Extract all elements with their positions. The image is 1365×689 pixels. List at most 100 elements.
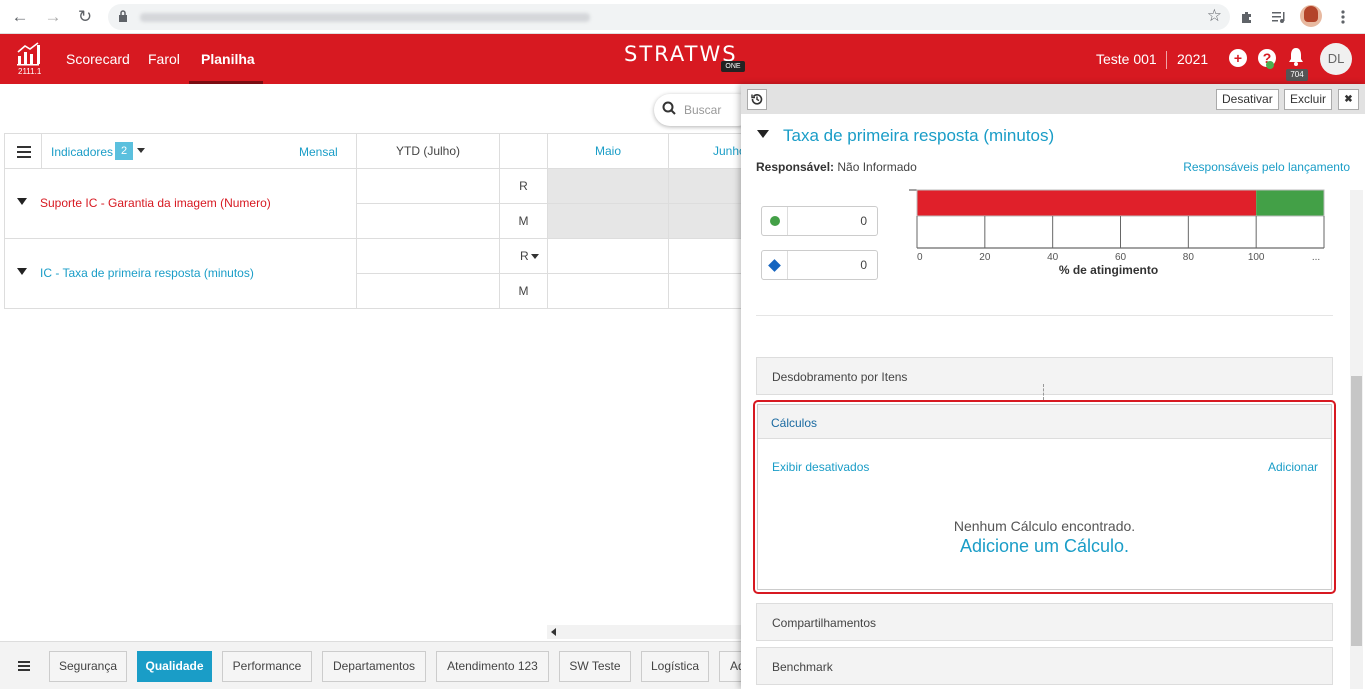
exibir-desativados-link[interactable]: Exibir desativados (772, 460, 869, 474)
expand-caret-icon[interactable] (17, 268, 27, 275)
blue-value-field[interactable]: 0 (761, 250, 878, 280)
indicator-name[interactable]: Suporte IC - Garantia da imagem (Numero) (40, 196, 271, 210)
chart-tick-label: 0 (917, 252, 923, 263)
extensions-icon[interactable] (1236, 6, 1258, 28)
calculos-highlight: Cálculos Exibir desativados Adicionar Ne… (753, 400, 1336, 594)
blue-diamond-icon (762, 251, 788, 279)
ytd-cell[interactable] (356, 203, 500, 239)
ytd-cell[interactable] (356, 273, 500, 309)
responsible-value: Não Informado (837, 160, 917, 174)
achievement-chart: 0 20 40 60 80 100... % de atingimento (909, 189, 1325, 277)
tab-qualidade[interactable]: Qualidade (137, 651, 212, 682)
indicator-name[interactable]: IC - Taxa de primeira resposta (minutos) (40, 266, 254, 280)
ytd-cell[interactable] (356, 168, 500, 204)
chevron-down-icon[interactable] (530, 254, 539, 260)
value-cell[interactable] (547, 203, 669, 239)
delete-button[interactable]: Excluir (1284, 89, 1333, 110)
chart-tick-label: 20 (979, 252, 991, 263)
scroll-left-icon[interactable] (551, 628, 556, 636)
section-benchmark[interactable]: Benchmark (756, 647, 1333, 685)
responsaveis-link[interactable]: Responsáveis pelo lançamento (1183, 160, 1350, 174)
back-icon[interactable]: ← (9, 6, 31, 28)
menu-icon[interactable] (18, 661, 30, 671)
tab-atendimento-123[interactable]: Atendimento 123 (436, 651, 549, 682)
tab-seguranca[interactable]: Segurança (49, 651, 127, 682)
indicator-grid: Indicadores 2 Mensal YTD (Julho) Maio Ju… (4, 133, 748, 309)
rm-header (499, 133, 548, 169)
search-input[interactable]: Buscar (684, 103, 721, 117)
bottom-tab-bar: Segurança Qualidade Performance Departam… (0, 641, 759, 689)
header-separator (1166, 51, 1167, 69)
row-type-m: M (499, 273, 548, 309)
collapse-caret-icon[interactable] (757, 130, 769, 138)
notification-count: 704 (1286, 69, 1308, 81)
table-row[interactable]: Suporte IC - Garantia da imagem (Numero) (4, 168, 357, 239)
value-cell[interactable] (547, 238, 669, 274)
adicionar-link[interactable]: Adicionar (1268, 460, 1318, 474)
value-cell[interactable] (668, 203, 748, 239)
calculos-header[interactable]: Cálculos (758, 405, 1331, 439)
panel-toolbar: Desativar Excluir ✖ (741, 84, 1365, 114)
menu-icon[interactable] (17, 146, 31, 158)
profile-avatar[interactable] (1300, 5, 1322, 27)
nav-farol[interactable]: Farol (148, 51, 180, 67)
tab-sw-teste[interactable]: SW Teste (559, 651, 631, 682)
panel-scrollbar[interactable] (1350, 190, 1363, 689)
nav-planilha[interactable]: Planilha (201, 51, 255, 67)
expand-caret-icon[interactable] (17, 198, 27, 205)
chart-tick-label: 100 (1248, 252, 1265, 263)
chevron-down-icon[interactable] (137, 148, 145, 153)
chart-band-1 (1256, 190, 1324, 216)
scroll-thumb[interactable] (1351, 376, 1362, 646)
ytd-cell[interactable] (356, 238, 500, 274)
bell-icon[interactable] (1287, 47, 1305, 67)
chart-band-0 (917, 190, 1257, 216)
section-desdobramento[interactable]: Desdobramento por Itens (756, 357, 1333, 395)
history-icon[interactable] (747, 89, 767, 110)
search-box[interactable]: Buscar (654, 94, 754, 126)
value-cell[interactable] (668, 238, 748, 274)
green-value-field[interactable]: 0 (761, 206, 878, 236)
value-cell[interactable] (547, 168, 669, 204)
responsible-info: Responsável: Não Informado (756, 160, 917, 174)
period-selector[interactable]: Mensal (299, 145, 338, 159)
responsible-label: Responsável: (756, 160, 835, 174)
month-header-junho[interactable]: Junho (668, 133, 748, 169)
address-bar[interactable]: ☆ (108, 4, 1230, 30)
value-cell[interactable] (668, 273, 748, 309)
nav-scorecard[interactable]: Scorecard (66, 51, 130, 67)
value-cell[interactable] (547, 273, 669, 309)
indicators-label[interactable]: Indicadores (51, 145, 113, 159)
blue-value: 0 (860, 258, 867, 272)
tab-logistica[interactable]: Logística (641, 651, 709, 682)
add-icon[interactable]: + (1229, 49, 1247, 67)
lock-icon (119, 10, 127, 22)
row-type-m: M (499, 203, 548, 239)
close-icon[interactable]: ✖ (1338, 89, 1359, 110)
chart-tick-label: 40 (1047, 252, 1059, 263)
value-cell[interactable] (668, 168, 748, 204)
tab-departamentos[interactable]: Departamentos (322, 651, 426, 682)
add-calculo-link[interactable]: Adicione um Cálculo. (758, 536, 1331, 557)
menu-dots-icon[interactable] (1332, 6, 1354, 28)
reload-icon[interactable]: ↻ (74, 6, 96, 28)
drop-indicator (1043, 384, 1044, 400)
table-row[interactable]: IC - Taxa de primeira resposta (minutos) (4, 238, 357, 309)
media-icon[interactable] (1268, 6, 1290, 28)
horizontal-scrollbar[interactable] (547, 625, 741, 639)
row-type-r[interactable]: R (499, 238, 548, 274)
forward-icon[interactable]: → (42, 6, 64, 28)
month-header-maio[interactable]: Maio (547, 133, 669, 169)
tab-performance[interactable]: Performance (222, 651, 312, 682)
panel-title: Taxa de primeira resposta (minutos) (783, 126, 1055, 145)
grid-header-indicators: Indicadores 2 Mensal (4, 133, 357, 169)
year-selector[interactable]: 2021 (1177, 51, 1208, 67)
user-avatar[interactable]: DL (1320, 43, 1352, 75)
deactivate-button[interactable]: Desativar (1216, 89, 1279, 110)
star-icon[interactable]: ☆ (1207, 6, 1222, 26)
section-compartilhamentos[interactable]: Compartilhamentos (756, 603, 1333, 641)
ytd-header: YTD (Julho) (356, 133, 500, 169)
row-type-r: R (499, 168, 548, 204)
indicators-count-badge: 2 (115, 142, 133, 160)
user-name[interactable]: Teste 001 (1096, 51, 1157, 67)
